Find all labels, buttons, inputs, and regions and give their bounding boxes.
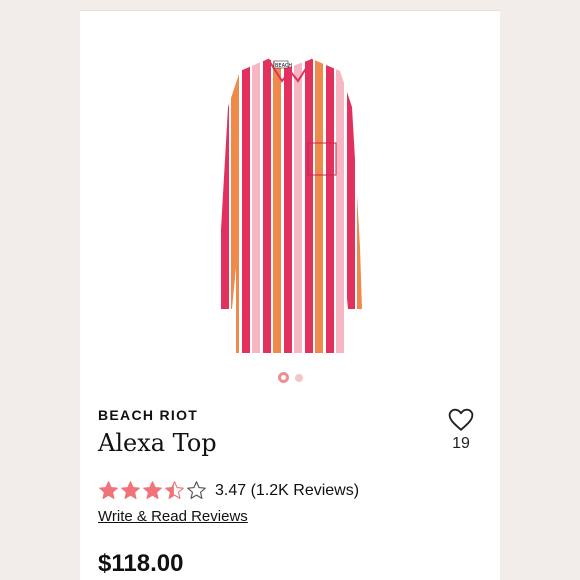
carousel-dot[interactable]: [294, 373, 303, 382]
rating-summary: 3.47 (1.2K Reviews): [215, 481, 360, 499]
carousel-dots: [80, 372, 500, 383]
star-icon: [121, 481, 140, 499]
heart-outline-icon: [448, 408, 474, 431]
brand-name[interactable]: BEACH RIOT: [98, 407, 198, 423]
star-icon: [99, 481, 118, 499]
like-button[interactable]: 19: [438, 408, 484, 453]
star-icon: [165, 481, 184, 499]
rating-row: 3.47 (1.2K Reviews): [98, 480, 359, 501]
product-title: Alexa Top: [98, 429, 217, 457]
product-image[interactable]: BEACH: [200, 47, 380, 365]
product-card: BEACH BEACH RIOT Alexa Top 19 3.47 (1.2K…: [80, 10, 500, 580]
carousel-dot-active[interactable]: [277, 372, 289, 383]
price: $118.00: [98, 550, 184, 577]
star-icon: [187, 481, 206, 499]
write-read-reviews-link[interactable]: Write & Read Reviews: [98, 508, 248, 525]
star-icon: [143, 481, 162, 499]
star-rating: [98, 480, 207, 501]
label-text: BEACH: [275, 63, 292, 69]
like-count: 19: [452, 435, 470, 452]
divider: [80, 10, 500, 11]
